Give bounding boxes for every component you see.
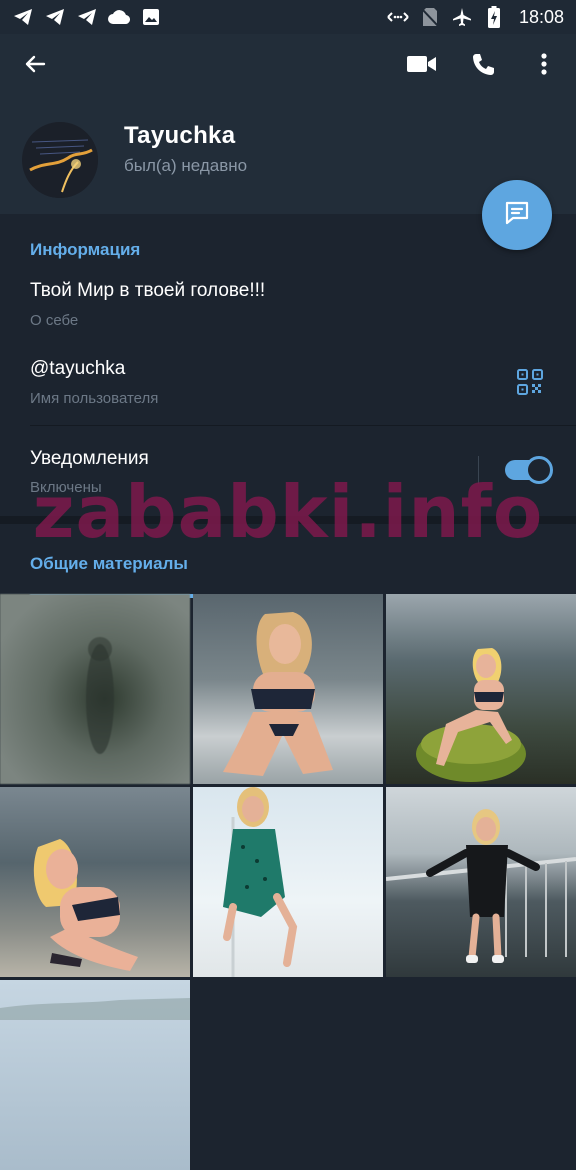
back-arrow-icon [23,52,47,81]
bio-text[interactable]: Твой Мир в твоей голове!!! [30,280,265,302]
cloud-icon [108,6,130,28]
avatar[interactable] [22,122,98,198]
video-camera-icon [407,54,437,79]
last-seen-status: был(а) недавно [124,156,248,175]
message-icon [503,199,531,232]
clock: 18:08 [518,6,564,27]
battery-charging-icon [483,6,505,28]
media-thumbnail[interactable] [0,594,190,784]
send-message-button[interactable] [482,180,552,250]
qr-code-button[interactable] [512,366,548,402]
telegram-icon [44,6,66,28]
airplane-icon [451,6,473,28]
call-button[interactable] [461,44,505,88]
username-caption: Имя пользователя [30,390,159,407]
more-options-button[interactable] [522,44,566,88]
bio-caption: О себе [30,312,79,329]
photo-woman-on-rock [416,648,526,782]
photo-woman-at-railing [386,809,576,963]
tab-shared-media[interactable]: Общие материалы [30,554,188,574]
data-saver-icon [387,6,409,28]
photo-sky-partial [0,998,190,1020]
media-thumbnail[interactable] [193,594,383,784]
photo-woman-green-dress [223,787,298,977]
profile-name: Tayuchka [124,122,236,149]
username-text[interactable]: @tayuchka [30,358,125,380]
phone-icon [471,52,495,81]
telegram-icon [76,6,98,28]
system-icons: 18:08 [387,6,564,28]
info-section-title: Информация [30,240,141,259]
more-vert-icon [540,52,548,81]
media-thumbnail[interactable] [386,594,576,784]
photo-beach-woman [223,612,333,776]
media-thumbnail[interactable] [193,787,383,977]
media-thumbnail[interactable] [0,787,190,977]
notifications-label[interactable]: Уведомления [30,448,149,470]
photo-blurred [86,637,114,754]
video-call-button[interactable] [400,44,444,88]
profile-header: Tayuchka был(а) недавно [0,34,576,214]
status-bar: 18:08 [0,0,576,34]
divider [30,425,576,426]
qr-code-icon [517,368,543,400]
avatar-image [22,122,98,198]
image-icon [140,6,162,28]
notification-icons [12,6,162,28]
watermark: zababki.info [32,470,544,554]
photo-woman-in-sea [33,839,138,971]
no-sim-icon [419,6,441,28]
back-button[interactable] [13,44,57,88]
media-thumbnail[interactable] [386,787,576,977]
telegram-icon [12,6,34,28]
media-thumbnail[interactable] [0,980,190,1170]
